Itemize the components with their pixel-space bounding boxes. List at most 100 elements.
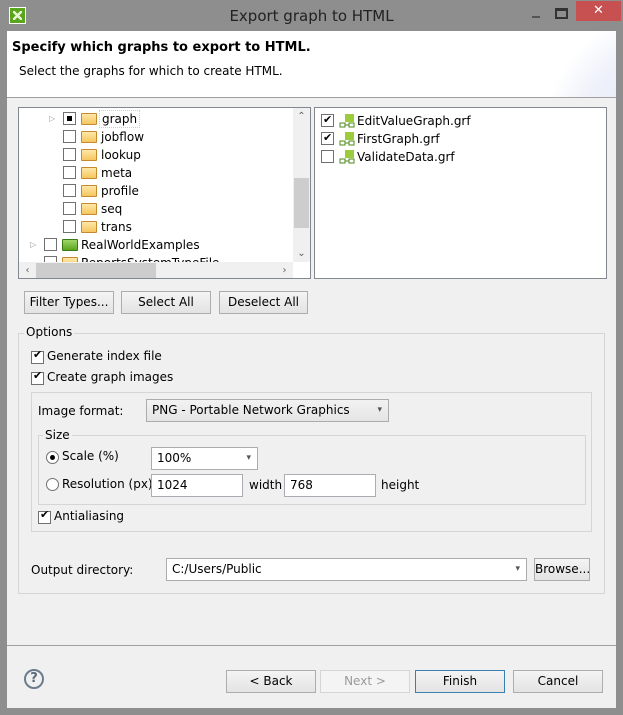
tree-item-label: lookup bbox=[101, 148, 141, 162]
create-images-label[interactable]: Create graph images bbox=[47, 370, 173, 384]
file-checkbox[interactable] bbox=[321, 129, 334, 147]
folder-icon bbox=[81, 221, 97, 233]
tree-item-lookup[interactable]: lookup bbox=[19, 146, 294, 164]
output-directory-value: C:/Users/Public bbox=[172, 562, 262, 576]
maximize-icon[interactable] bbox=[555, 8, 568, 19]
graph-file-list[interactable]: EditValueGraph.grf FirstGraph.grf Valida… bbox=[314, 107, 607, 279]
image-format-value: PNG - Portable Network Graphics bbox=[152, 403, 350, 417]
tree-item-label: ReportsSystemTypeFile bbox=[81, 254, 219, 262]
next-button[interactable]: Next > bbox=[320, 670, 410, 693]
chevron-down-icon: ▾ bbox=[515, 564, 520, 574]
scrollbar-thumb[interactable] bbox=[36, 263, 156, 278]
scrollbar-thumb[interactable] bbox=[294, 178, 309, 228]
scale-select[interactable]: 100% ▾ bbox=[151, 447, 258, 470]
tree-item-label: trans bbox=[101, 220, 132, 234]
file-label: ValidateData.grf bbox=[357, 150, 455, 164]
tree-item-label: seq bbox=[101, 202, 123, 216]
tree-checkbox[interactable] bbox=[63, 148, 76, 161]
scroll-down-icon[interactable]: ⌄ bbox=[293, 245, 310, 262]
chevron-down-icon: ▾ bbox=[246, 453, 251, 463]
tree-item-graph[interactable]: ▷ graph bbox=[19, 110, 294, 128]
file-item[interactable]: ValidateData.grf bbox=[315, 148, 605, 166]
tree-item-profile[interactable]: profile bbox=[19, 182, 294, 200]
filter-types-button[interactable]: Filter Types... bbox=[24, 291, 114, 314]
tree-item-trans[interactable]: trans bbox=[19, 218, 294, 236]
file-label: FirstGraph.grf bbox=[357, 132, 440, 146]
image-format-select[interactable]: PNG - Portable Network Graphics ▾ bbox=[146, 399, 389, 422]
back-button[interactable]: < Back bbox=[226, 670, 316, 693]
tree-checkbox[interactable] bbox=[63, 184, 76, 197]
tree-item-label: profile bbox=[101, 184, 139, 198]
chevron-down-icon: ▾ bbox=[377, 405, 382, 415]
size-group-label: Size bbox=[43, 428, 72, 442]
image-format-label: Image format: bbox=[38, 404, 124, 418]
browse-button[interactable]: Browse... bbox=[534, 558, 590, 581]
wizard-title: Specify which graphs to export to HTML. bbox=[12, 40, 311, 55]
graph-file-icon bbox=[339, 114, 355, 128]
wizard-subtitle: Select the graphs for which to create HT… bbox=[19, 64, 283, 78]
folder-icon bbox=[81, 113, 97, 125]
expand-icon[interactable]: ▷ bbox=[49, 110, 55, 128]
minimize-icon[interactable] bbox=[532, 16, 540, 18]
help-icon[interactable]: ? bbox=[24, 669, 44, 689]
folder-icon bbox=[81, 203, 97, 215]
file-item[interactable]: EditValueGraph.grf bbox=[315, 111, 605, 130]
tree-checkbox[interactable] bbox=[63, 202, 76, 215]
scale-value: 100% bbox=[157, 451, 192, 465]
output-directory-label: Output directory: bbox=[31, 563, 134, 577]
folder-tree[interactable]: ▷ graph jobflow lookup meta profile seq … bbox=[18, 107, 311, 279]
close-icon: ✕ bbox=[593, 3, 604, 18]
footer-separator bbox=[7, 645, 616, 646]
tree-horizontal-scrollbar[interactable]: ‹ › bbox=[19, 262, 293, 278]
resolution-width-input[interactable]: 1024 bbox=[151, 474, 243, 497]
tree-vertical-scrollbar[interactable]: ⌃ ⌄ bbox=[293, 108, 310, 262]
select-all-button[interactable]: Select All bbox=[121, 291, 211, 314]
create-images-checkbox[interactable] bbox=[31, 369, 44, 385]
resolution-label[interactable]: Resolution (px) bbox=[62, 477, 153, 491]
scroll-up-icon[interactable]: ⌃ bbox=[293, 108, 310, 125]
tree-item-clipped[interactable]: ReportsSystemTypeFile bbox=[19, 254, 294, 262]
finish-button[interactable]: Finish bbox=[415, 670, 505, 693]
folder-icon bbox=[81, 131, 97, 143]
tree-item-seq[interactable]: seq bbox=[19, 200, 294, 218]
dialog: Specify which graphs to export to HTML. … bbox=[7, 31, 616, 708]
file-checkbox[interactable] bbox=[321, 111, 334, 129]
tree-checkbox[interactable] bbox=[63, 112, 76, 125]
file-item[interactable]: FirstGraph.grf bbox=[315, 129, 605, 148]
output-directory-input[interactable]: C:/Users/Public ▾ bbox=[166, 558, 527, 581]
tree-item-label: RealWorldExamples bbox=[81, 238, 200, 252]
resolution-height-input[interactable]: 768 bbox=[284, 474, 376, 497]
tree-item-label: jobflow bbox=[101, 130, 145, 144]
options-group-label: Options bbox=[24, 325, 75, 339]
wizard-header: Specify which graphs to export to HTML. … bbox=[7, 31, 616, 98]
file-checkbox[interactable] bbox=[321, 150, 334, 163]
tree-checkbox[interactable] bbox=[63, 130, 76, 143]
generate-index-label[interactable]: Generate index file bbox=[47, 349, 162, 363]
tree-item-meta[interactable]: meta bbox=[19, 164, 294, 182]
scroll-left-icon[interactable]: ‹ bbox=[19, 262, 36, 278]
tree-item-jobflow[interactable]: jobflow bbox=[19, 128, 294, 146]
deselect-all-button[interactable]: Deselect All bbox=[219, 291, 308, 314]
tree-item-label: graph bbox=[99, 110, 141, 128]
folder-icon bbox=[81, 149, 97, 161]
tree-checkbox[interactable] bbox=[63, 220, 76, 233]
cancel-button[interactable]: Cancel bbox=[513, 670, 603, 693]
scale-radio[interactable] bbox=[46, 451, 59, 464]
tree-checkbox[interactable] bbox=[44, 238, 57, 251]
scroll-right-icon[interactable]: › bbox=[276, 262, 293, 278]
antialiasing-checkbox[interactable] bbox=[38, 508, 51, 524]
resolution-radio[interactable] bbox=[46, 478, 59, 491]
antialiasing-label[interactable]: Antialiasing bbox=[54, 509, 124, 523]
title-bar: Export graph to HTML ✕ bbox=[0, 0, 623, 31]
window-title: Export graph to HTML bbox=[229, 7, 394, 25]
tree-item-realworldexamples[interactable]: ▷ RealWorldExamples bbox=[19, 236, 294, 254]
height-label: height bbox=[381, 478, 420, 492]
generate-index-checkbox[interactable] bbox=[31, 348, 44, 364]
expand-icon[interactable]: ▷ bbox=[30, 236, 36, 254]
close-button[interactable]: ✕ bbox=[576, 1, 621, 21]
folder-icon bbox=[81, 185, 97, 197]
tree-checkbox[interactable] bbox=[63, 166, 76, 179]
graph-file-icon bbox=[339, 150, 355, 164]
scale-label[interactable]: Scale (%) bbox=[62, 449, 119, 463]
project-icon bbox=[62, 239, 78, 251]
